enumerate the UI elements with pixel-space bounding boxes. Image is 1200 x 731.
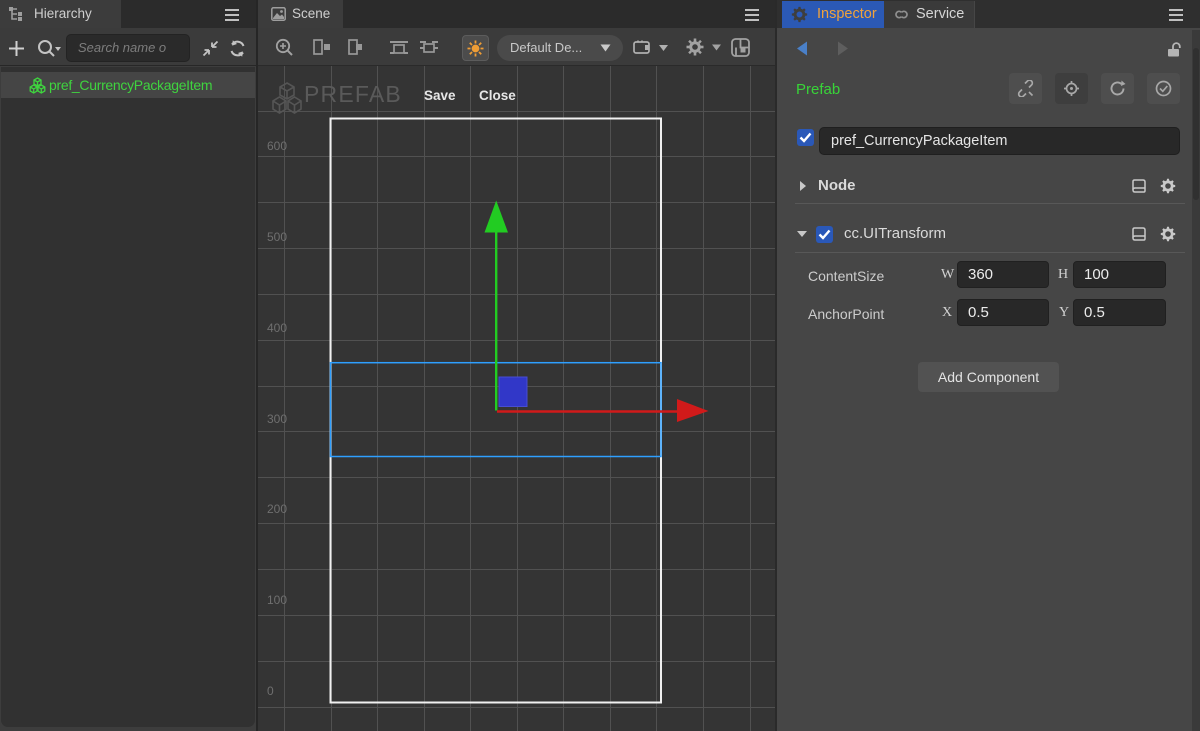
svg-text:100: 100 [267, 593, 287, 607]
svg-text:Close: Close [479, 88, 516, 103]
svg-text:600: 600 [267, 139, 287, 153]
svg-text:0: 0 [267, 684, 274, 698]
svg-text:300: 300 [267, 412, 287, 426]
svg-text:200: 200 [267, 502, 287, 516]
svg-text:Save: Save [424, 88, 456, 103]
svg-text:500: 500 [267, 230, 287, 244]
svg-text:PREFAB: PREFAB [304, 81, 402, 107]
svg-text:400: 400 [267, 321, 287, 335]
